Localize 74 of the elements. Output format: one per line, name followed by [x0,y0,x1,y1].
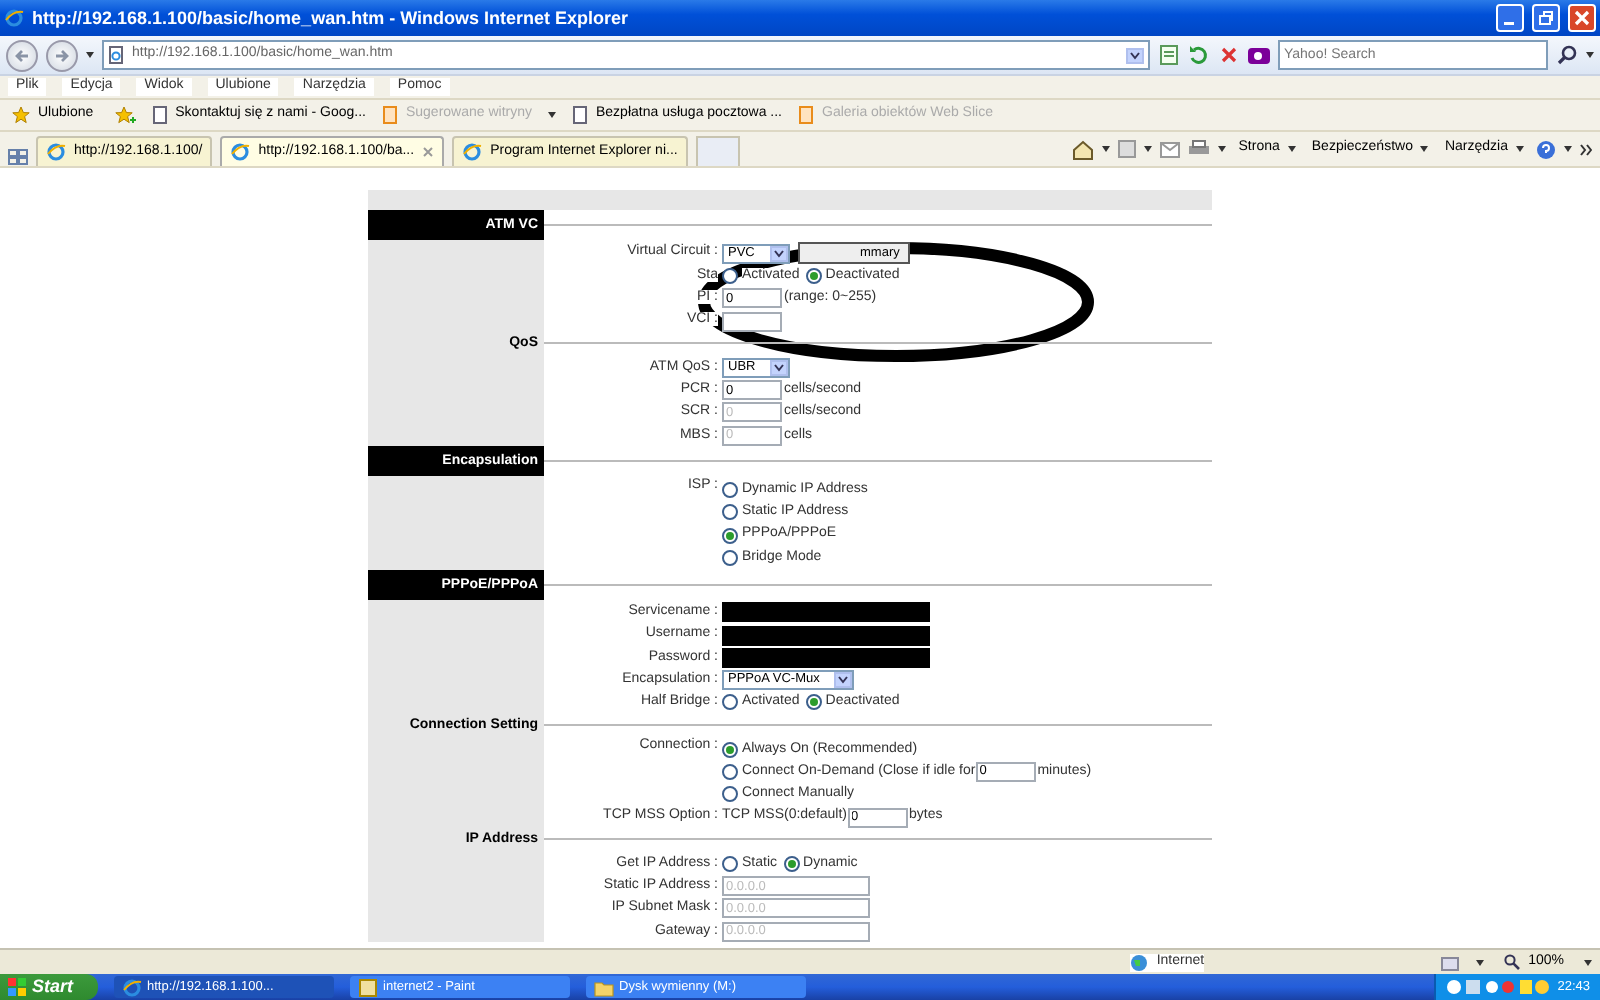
caret-icon [1420,145,1429,152]
chevron-icon[interactable] [1580,143,1592,155]
windows-logo-icon [8,978,26,996]
caret-icon [1584,959,1592,965]
radio-button[interactable] [722,741,738,758]
minimize-button[interactable] [1496,4,1524,32]
ie-logo-icon [4,8,24,28]
ie-logo-icon [121,977,142,997]
star-icon [12,106,30,124]
input-field[interactable] [722,311,782,332]
radio-button[interactable] [722,267,738,284]
close-icon [1574,10,1590,26]
protected-mode-icon[interactable] [1440,953,1461,971]
radio-button[interactable] [783,855,800,872]
radio-button[interactable] [722,482,738,499]
dropdown-arrow-icon[interactable] [834,672,852,689]
radio-button[interactable] [722,527,738,544]
restore-button[interactable] [1532,4,1560,32]
forward-arrow-icon [54,47,70,63]
caret-icon [86,52,94,58]
input-field[interactable] [722,625,930,645]
caret-icon [1586,52,1594,58]
page-icon [572,106,588,124]
caret-icon [1564,146,1572,152]
start-button[interactable]: Start [0,974,98,1000]
input-field[interactable] [722,647,930,668]
caret-icon [1287,145,1296,152]
search-icon[interactable] [1556,44,1578,66]
close-icon[interactable] [422,146,435,158]
ie-logo-icon [462,142,483,162]
forward-button[interactable] [46,39,78,71]
radio-button[interactable] [722,694,738,711]
magnifier-icon [1504,953,1521,970]
printer-icon[interactable] [1188,140,1211,158]
stop-icon[interactable] [1218,44,1240,66]
caret-icon [1476,959,1485,965]
caret-icon [548,112,556,118]
input-field[interactable] [722,602,930,623]
close-button[interactable] [1568,4,1596,32]
compatibility-view-icon[interactable] [1158,44,1180,66]
dropdown-arrow-icon[interactable] [1126,47,1144,63]
yahoo-logo-icon [1248,47,1270,63]
ie-logo-icon [46,142,66,162]
mail-icon[interactable] [1160,141,1181,157]
page-icon [108,46,124,64]
back-button[interactable] [6,39,38,71]
caret-icon [1218,146,1227,152]
window-title: http://192.168.1.100/basic/home_wan.htm - Windows Internet Explorer [32,7,630,29]
quick-tabs-icon[interactable] [8,146,28,166]
radio-button[interactable] [805,267,822,284]
globe-icon [1130,953,1149,971]
radio-button[interactable] [805,694,822,711]
back-arrow-icon [14,47,30,63]
page-icon [798,106,815,124]
paint-icon [357,977,378,997]
radio-button[interactable] [722,549,738,566]
dropdown-arrow-icon[interactable] [770,245,788,262]
home-icon[interactable] [1072,139,1095,159]
radio-button[interactable] [722,763,738,780]
radio-button[interactable] [722,504,738,521]
tray-icons-drawing[interactable] [1445,978,1550,996]
add-favorite-icon[interactable] [113,105,136,125]
caret-icon [1102,146,1111,152]
refresh-icon[interactable] [1188,44,1210,66]
caret-icon [1516,145,1524,152]
radio-button[interactable] [722,855,738,872]
radio-button[interactable] [722,786,738,803]
caret-icon [1144,146,1153,152]
help-icon[interactable] [1536,139,1556,159]
dropdown-arrow-icon[interactable] [770,359,788,376]
restore-icon [1538,10,1554,26]
ie-logo-icon [230,142,251,162]
page-icon [381,106,398,124]
page-icon [151,106,168,124]
